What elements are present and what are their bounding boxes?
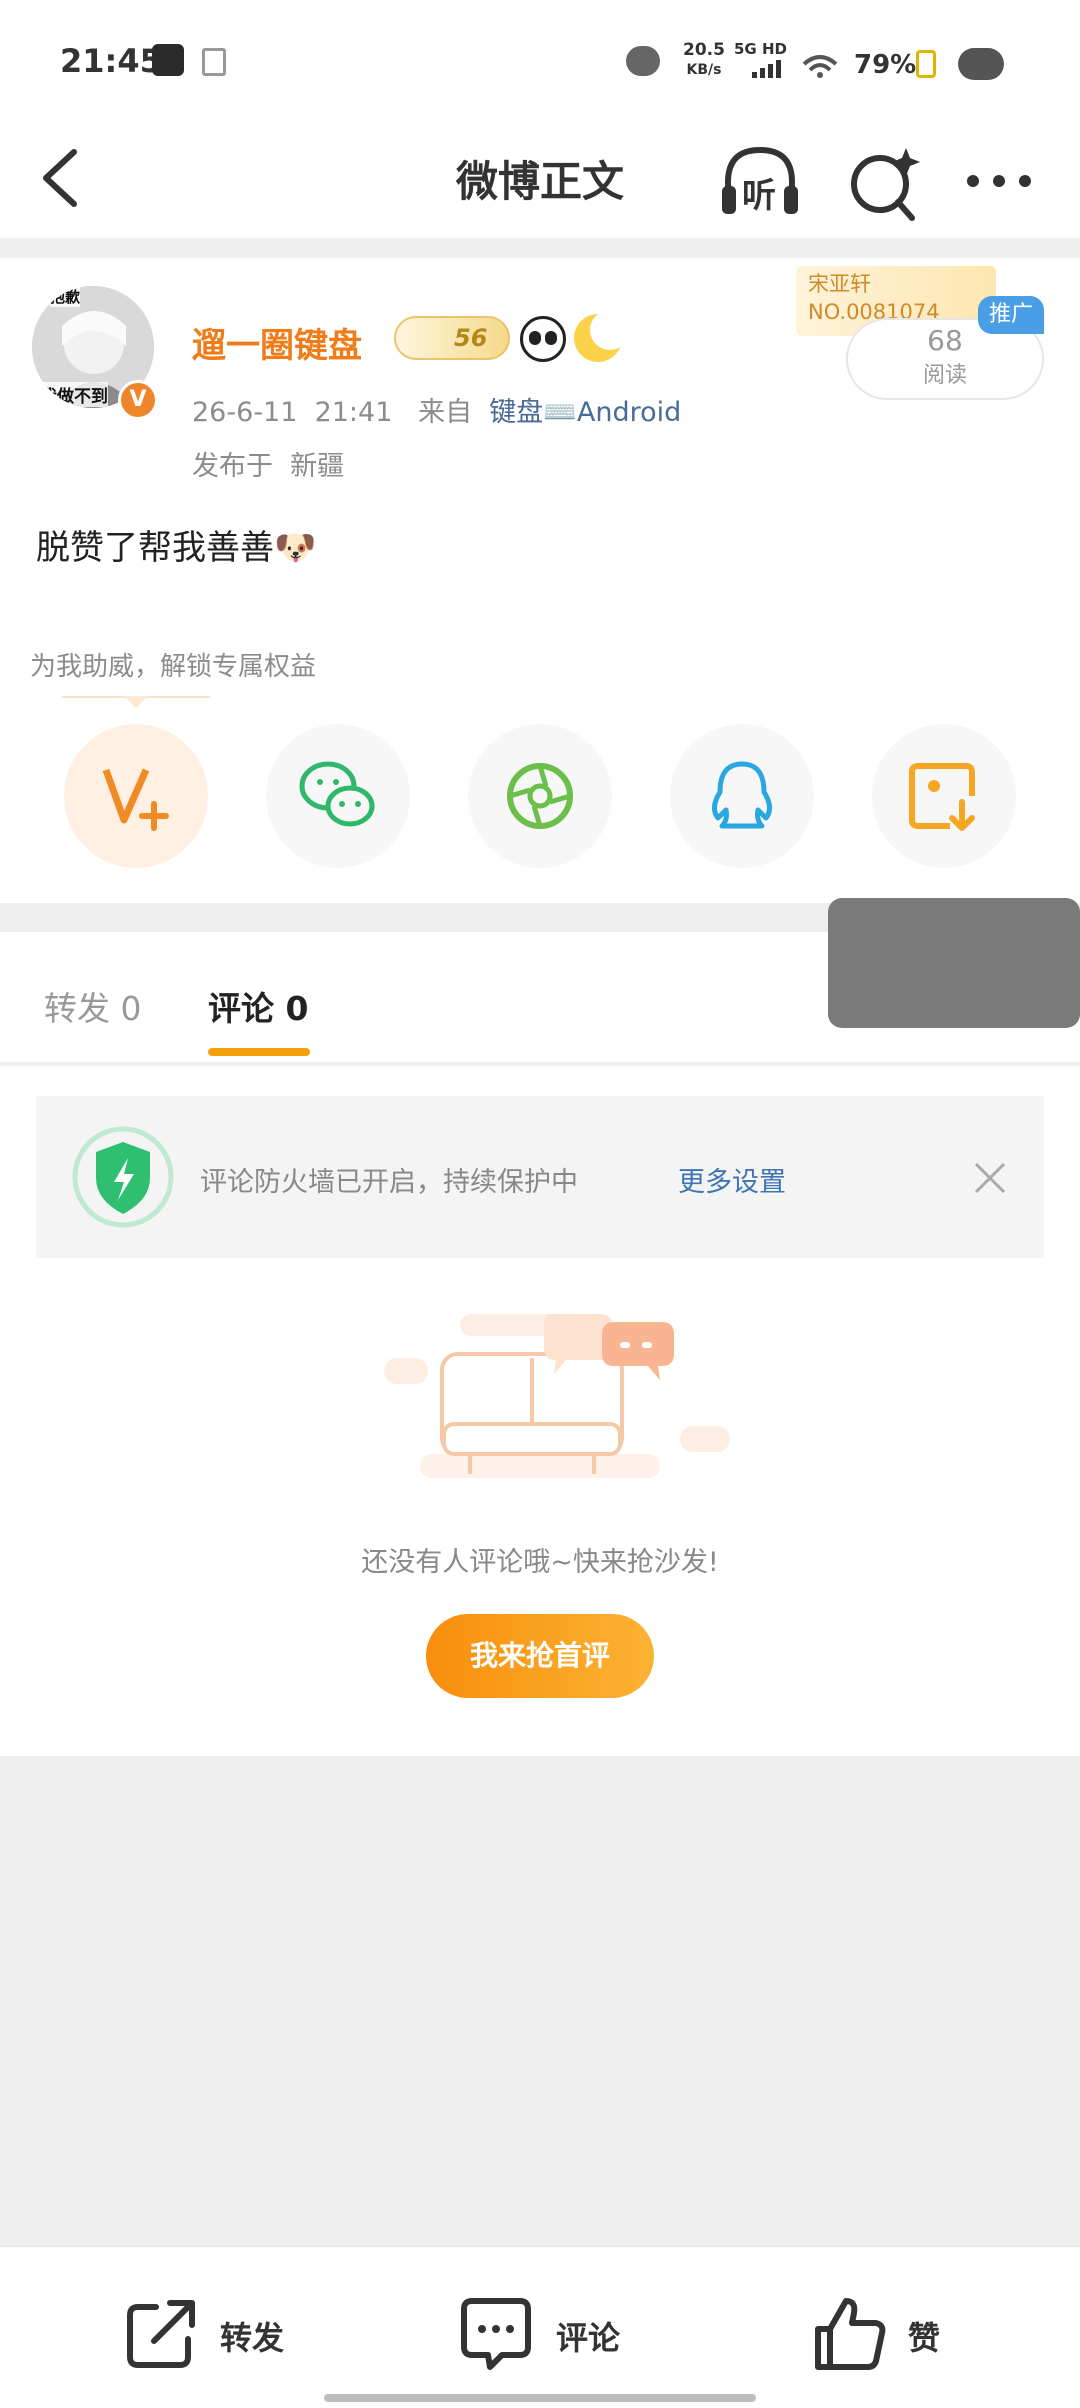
- bottom-action-bar: 转发 评论 赞: [0, 2246, 1080, 2408]
- search-sparkle-icon: [851, 148, 920, 221]
- promote-button[interactable]: 推广: [978, 296, 1044, 334]
- empty-sofa-illustration: [384, 1314, 730, 1478]
- battery-icon: [958, 48, 1004, 80]
- comment-bubble-icon: [461, 2298, 531, 2370]
- share-save-image-button[interactable]: [872, 724, 1016, 868]
- firewall-text: 评论防火墙已开启，持续保护中: [200, 1167, 578, 1198]
- dog-emoji-icon: 🐶: [274, 528, 317, 568]
- more-settings-link[interactable]: 更多设置: [678, 1160, 786, 1199]
- moon-icon: [574, 310, 630, 362]
- post-body: 脱赞了帮我善善: [36, 528, 274, 568]
- username[interactable]: 遛一圈键盘: [192, 318, 362, 367]
- app-notification-icon: [152, 44, 184, 76]
- post-text: 脱赞了帮我善善🐶: [36, 520, 316, 569]
- signal-bars-icon: [752, 60, 788, 78]
- post-card: 抱歉 我做不到 V 遛一圈键盘 56 26-6-11 21:41 来自 键盘⌨️…: [0, 258, 1080, 903]
- divider: [0, 238, 1080, 258]
- share-arrow-icon: [127, 2300, 195, 2368]
- comment-area: 评论防火墙已开启，持续保护中 更多设置 还没有人评论哦~快来抢沙发! 我来抢首评: [0, 1066, 1080, 1756]
- comment-button[interactable]: 评论: [458, 2295, 638, 2375]
- avatar-top-text: 抱歉: [50, 286, 81, 307]
- post-date: 26-6-11: [192, 397, 298, 428]
- status-bar: 21:45 20.5 KB/s 5G HD 79%: [0, 0, 1080, 120]
- location-value: 新疆: [290, 451, 345, 482]
- avatar-bottom-text: 我做不到: [40, 382, 108, 407]
- share-vip-button[interactable]: [64, 724, 208, 868]
- wechat-icon: [299, 761, 375, 827]
- listen-button[interactable]: 听: [718, 140, 802, 224]
- level-number: 56: [454, 324, 488, 352]
- home-indicator[interactable]: [324, 2394, 756, 2402]
- status-time: 21:45: [60, 42, 162, 80]
- more-dots-icon: [967, 175, 1031, 187]
- network-speed: 20.5 KB/s: [676, 40, 732, 80]
- verified-badge-icon: V: [118, 380, 158, 420]
- qq-icon: [712, 761, 772, 829]
- like-button[interactable]: 赞: [812, 2295, 962, 2375]
- signal-label: 5G HD: [734, 40, 787, 58]
- moments-icon: [507, 763, 573, 829]
- repost-button[interactable]: 转发: [124, 2295, 304, 2375]
- post-meta: 26-6-11 21:41 来自 键盘⌨️Android: [192, 390, 681, 429]
- empty-comments-text: 还没有人评论哦~快来抢沙发!: [361, 1547, 719, 1578]
- like-label: 赞: [908, 2319, 941, 2357]
- charging-icon: [916, 50, 936, 78]
- level-badge: 56: [394, 316, 510, 360]
- floating-overlay: [828, 898, 1080, 1028]
- repost-label: 转发: [220, 2319, 285, 2357]
- stamp-line1: 宋亚轩: [808, 272, 871, 296]
- shield-icon: [72, 1126, 174, 1228]
- tab-active-indicator: [208, 1048, 310, 1056]
- post-location: 发布于 新疆: [192, 444, 344, 483]
- share-qq-button[interactable]: [670, 724, 814, 868]
- listen-label: 听: [742, 176, 776, 216]
- save-image-icon: [909, 763, 975, 831]
- close-banner-button[interactable]: [972, 1160, 1008, 1196]
- from-label: 来自: [418, 397, 473, 428]
- support-helper-text: 为我助威，解锁专属权益: [30, 652, 317, 682]
- vip-plus-icon: [102, 768, 169, 831]
- tab-repost[interactable]: 转发 0: [44, 982, 142, 1030]
- thumbs-up-icon: [815, 2298, 886, 2370]
- comment-label: 评论: [556, 2319, 621, 2357]
- post-source[interactable]: 键盘⌨️Android: [489, 397, 681, 428]
- location-label: 发布于: [192, 451, 273, 482]
- nav-bar: 微博正文 听: [0, 120, 1080, 238]
- alarm-icon: [626, 46, 660, 76]
- more-button[interactable]: [964, 166, 1034, 196]
- panda-icon: [520, 316, 566, 362]
- network-speed-value: 20.5: [683, 40, 725, 60]
- share-moments-button[interactable]: [468, 724, 612, 868]
- post-time: 21:41: [314, 397, 393, 428]
- document-icon: [202, 48, 226, 76]
- read-label: 阅读: [922, 363, 967, 388]
- battery-percent: 79%: [854, 50, 917, 80]
- first-comment-button[interactable]: 我来抢首评: [426, 1614, 654, 1698]
- helper-pointer-icon: [124, 696, 148, 708]
- wifi-icon: [800, 52, 840, 78]
- network-speed-unit: KB/s: [686, 62, 722, 78]
- share-wechat-button[interactable]: [266, 724, 410, 868]
- close-icon: [974, 1162, 1006, 1194]
- search-button[interactable]: [846, 140, 926, 224]
- tab-comment[interactable]: 评论 0: [208, 982, 308, 1030]
- firewall-banner: 评论防火墙已开启，持续保护中 更多设置: [36, 1096, 1044, 1258]
